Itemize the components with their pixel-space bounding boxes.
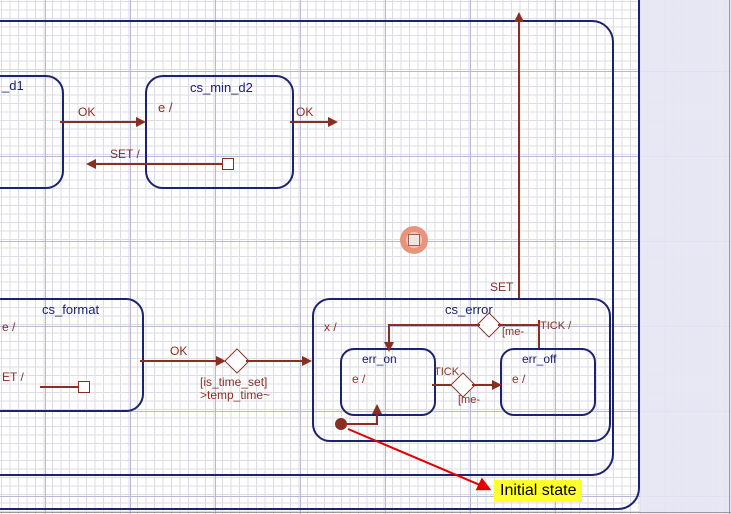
arrow-d2-out	[328, 117, 338, 127]
trans-d2-self[interactable]	[95, 163, 222, 165]
frame-right	[729, 0, 730, 514]
label-me-up: [me-	[502, 326, 524, 338]
right-gutter	[640, 0, 731, 514]
label-set-slash: SET /	[110, 147, 140, 161]
state-err-off-label: err_off	[522, 352, 556, 366]
label-ok-1: OK	[78, 105, 95, 119]
state-err-off-entry: e /	[512, 372, 525, 386]
label-tick: TICK	[434, 366, 459, 378]
frame-bottom	[0, 512, 731, 513]
diagram-canvas[interactable]: Setting _d1 cs_min_d2 e / OK OK SET / cs…	[0, 0, 731, 514]
move-handle[interactable]	[400, 226, 428, 254]
trans-junc-error[interactable]	[246, 360, 304, 362]
arrow-junc-error	[302, 356, 312, 366]
label-set: SET	[490, 280, 513, 294]
trans-format-self[interactable]	[40, 386, 78, 388]
state-cs-min-d2-entry: e /	[158, 100, 172, 115]
trans-d2-out[interactable]	[290, 121, 330, 123]
terminator-format-self[interactable]	[78, 381, 90, 393]
arrow-init	[372, 404, 382, 414]
label-ok-3: OK	[170, 344, 187, 358]
state-cs-error-entry: x /	[324, 320, 337, 334]
label-me-low: [me-	[458, 394, 480, 406]
state-d1-label: _d1	[2, 78, 24, 93]
arrow-d1-d2	[136, 117, 146, 127]
arrow-d2-self	[86, 159, 96, 169]
state-err-on-entry: e /	[352, 372, 365, 386]
trans-set-exit[interactable]	[518, 20, 520, 298]
state-cs-format-label: cs_format	[42, 302, 99, 317]
move-handle-icon	[408, 234, 420, 246]
label-tick-slash: TICK /	[540, 320, 571, 332]
state-cs-format-entry: e /	[2, 320, 15, 334]
label-guard: [is_time_set]>temp_time~	[200, 376, 270, 402]
trans-init-a[interactable]	[346, 423, 376, 425]
trans-d1-d2[interactable]	[60, 121, 138, 123]
trans-format-out[interactable]	[140, 360, 218, 362]
arrow-on-off	[492, 380, 502, 390]
arrow-set-exit	[514, 12, 524, 22]
label-ok-2: OK	[296, 105, 313, 119]
terminator-d2-self[interactable]	[222, 158, 234, 170]
state-err-on-label: err_on	[362, 352, 397, 366]
trans-on-off-b[interactable]	[472, 384, 494, 386]
annotation-initial-state: Initial state	[494, 480, 582, 502]
state-cs-min-d2-label: cs_min_d2	[190, 80, 253, 95]
label-et-slash: ET /	[2, 370, 24, 384]
trans-off-on-b[interactable]	[388, 324, 480, 326]
arrow-off-on	[384, 342, 394, 352]
